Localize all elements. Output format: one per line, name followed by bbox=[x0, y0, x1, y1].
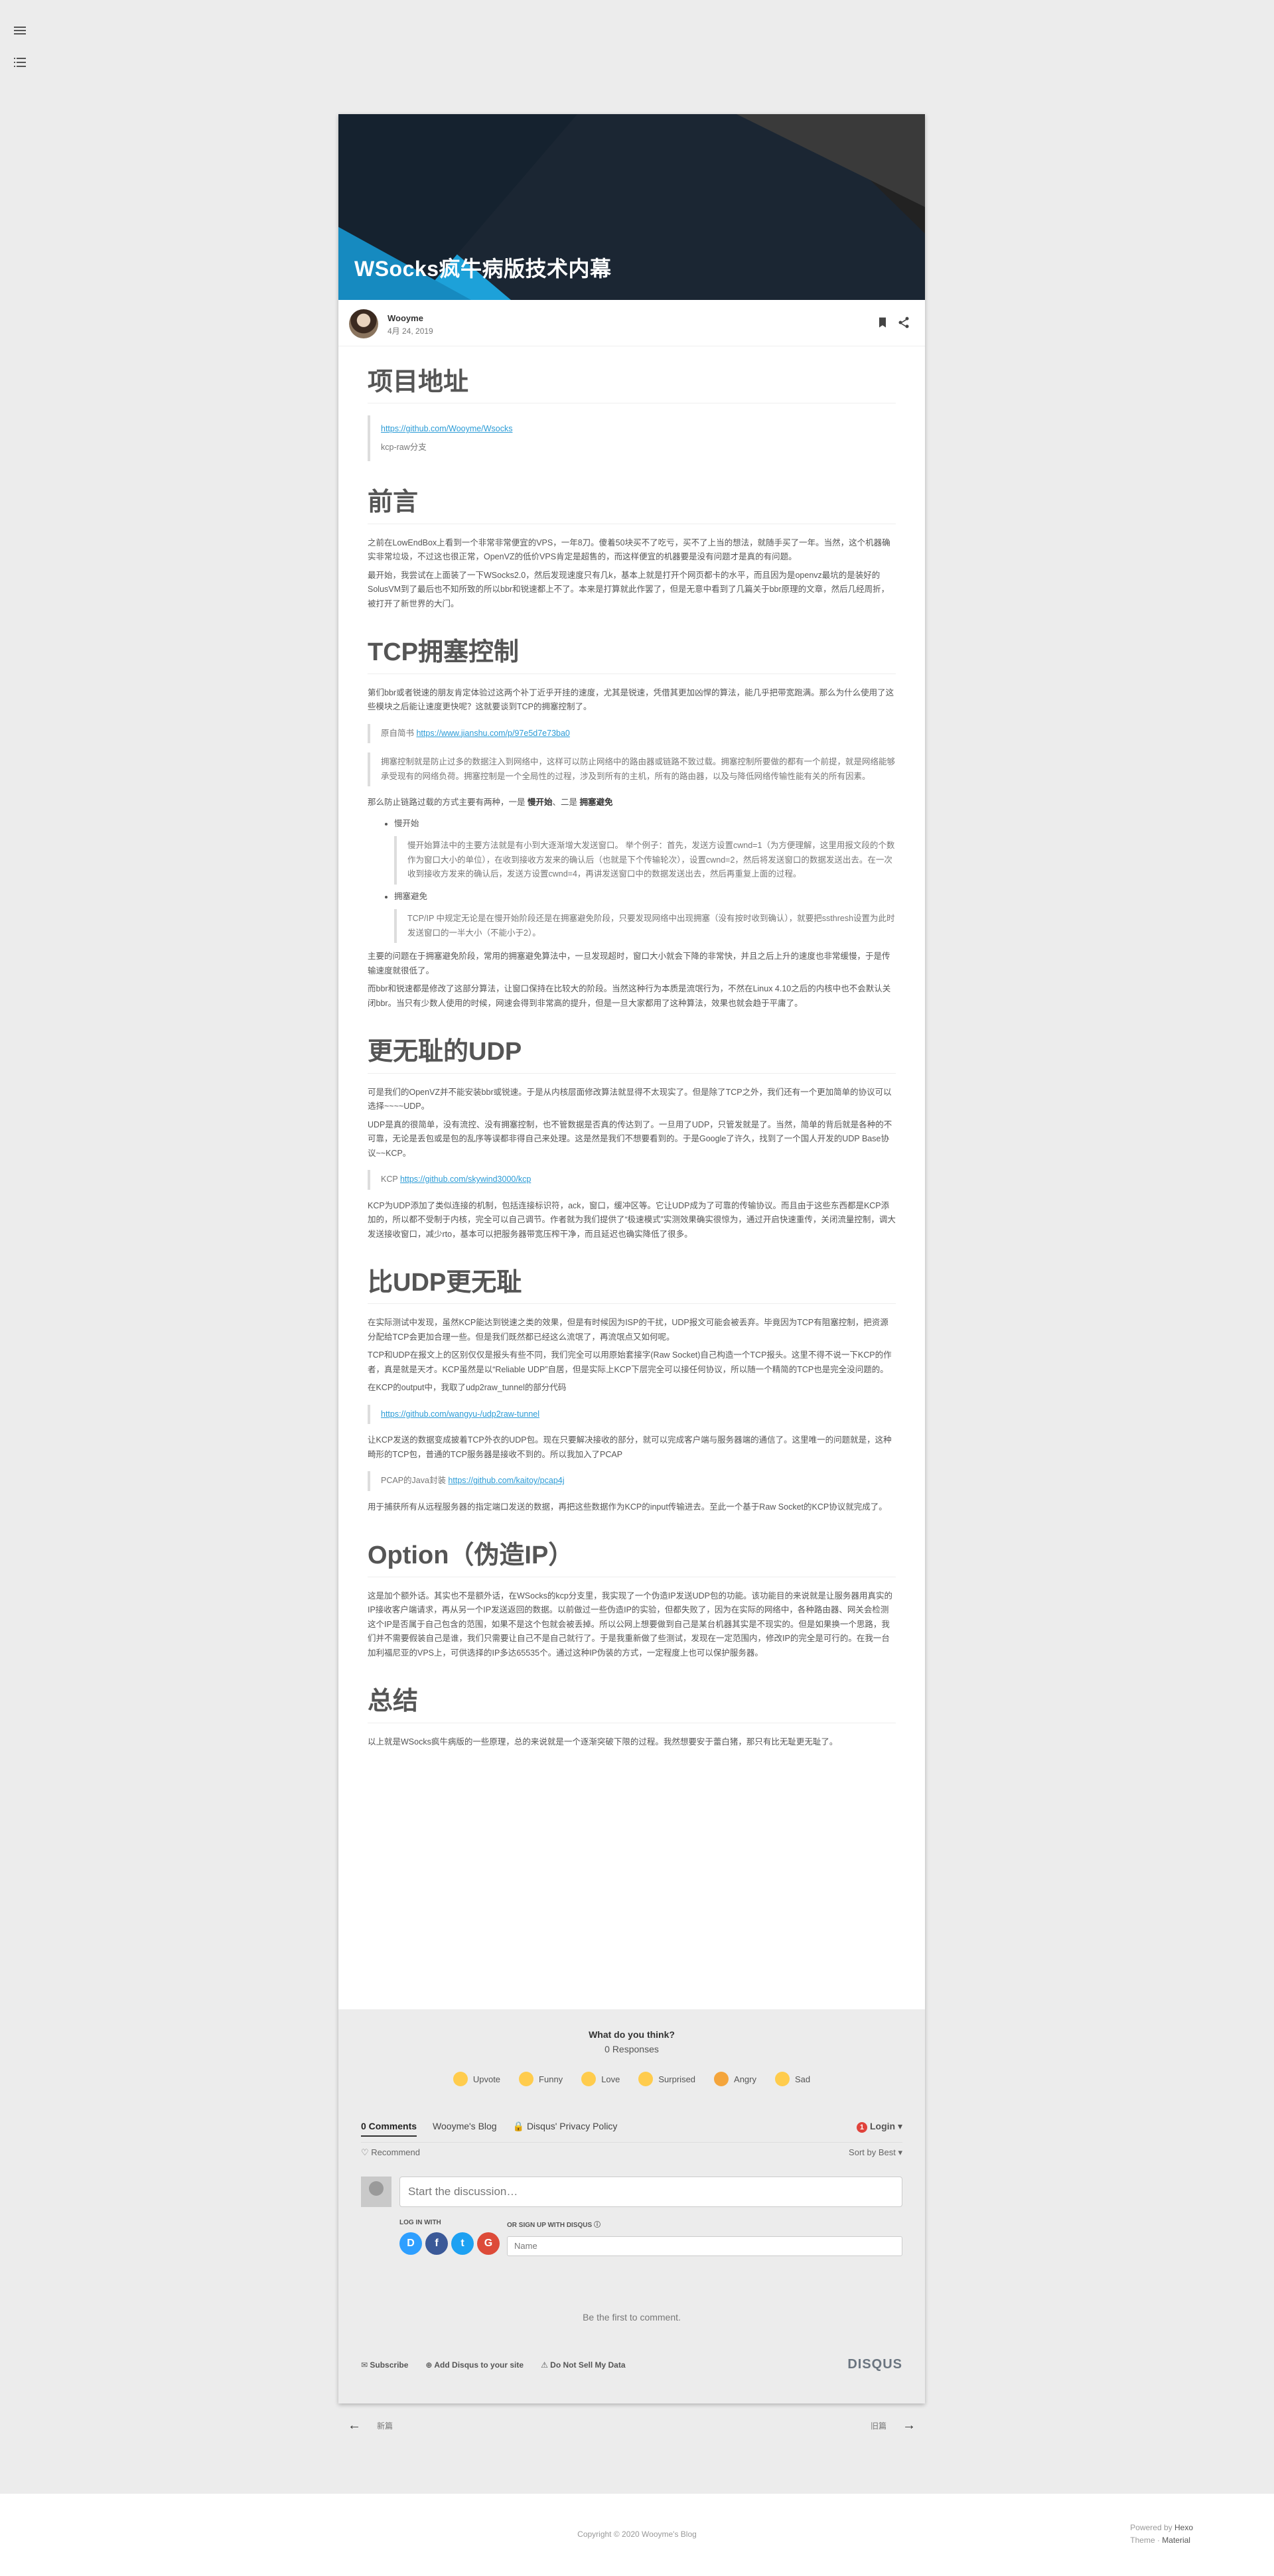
login-with-label: LOG IN WITH bbox=[399, 2219, 441, 2226]
udp2raw-link[interactable]: https://github.com/wangyu-/udp2raw-tunne… bbox=[381, 1409, 539, 1419]
login-button[interactable]: 1 Login ▾ bbox=[856, 2121, 902, 2133]
author-name: Wooyme bbox=[388, 313, 423, 323]
heading-option: Option（伪造IP） bbox=[368, 1539, 896, 1577]
reaction-funny[interactable]: Funny bbox=[519, 2072, 563, 2086]
surprised-face-icon bbox=[638, 2072, 654, 2086]
paragraph: 主要的问题在于拥塞避免阶段，常用的拥塞避免算法中，一旦发现超时，窗口大小就会下降… bbox=[368, 952, 890, 975]
post-header-image: WSocks疯牛病版技术内幕 bbox=[338, 114, 925, 300]
reaction-surprised[interactable]: Surprised bbox=[638, 2072, 695, 2086]
share-icon[interactable] bbox=[897, 316, 910, 332]
empty-comments-message: Be the first to comment. bbox=[583, 2312, 681, 2323]
paragraph: 让KCP发送的数据变成披着TCP外衣的UDP包。现在只要解决接收的部分，就可以完… bbox=[368, 1435, 892, 1459]
name-field[interactable]: Name bbox=[507, 2236, 902, 2256]
do-not-sell-link[interactable]: ⚠ Do Not Sell My Data bbox=[541, 2360, 625, 2370]
reaction-angry[interactable]: Angry bbox=[714, 2072, 756, 2086]
kcp-link[interactable]: https://github.com/skywind3000/kcp bbox=[400, 1175, 531, 1184]
paragraph: 用于捕获所有从远程服务器的指定端口发送的数据，再把这些数据作为KCP的input… bbox=[368, 1502, 887, 1512]
blockquote: https://github.com/Wooyme/Wsocks kcp-raw… bbox=[368, 415, 896, 462]
add-disqus-link[interactable]: ⊕ Add Disqus to your site bbox=[425, 2360, 524, 2370]
twitter-login-icon[interactable]: t bbox=[451, 2232, 474, 2255]
reactions-bar: Upvote Funny Love Surprised Angry Sad bbox=[338, 2072, 925, 2086]
google-login-icon[interactable]: G bbox=[477, 2232, 500, 2255]
recommend-button[interactable]: ♡ Recommend bbox=[361, 2147, 420, 2158]
jianshu-link[interactable]: https://www.jianshu.com/p/97e5d7e73ba0 bbox=[416, 729, 569, 738]
disqus-logo[interactable]: DISQUS bbox=[847, 2357, 902, 2372]
list-item: 慢开始 慢开始算法中的主要方法就是有小到大逐渐增大发送窗口。 举个例子：首先，发… bbox=[394, 817, 896, 885]
post-content: 项目地址 https://github.com/Wooyme/Wsocks kc… bbox=[338, 346, 925, 1749]
theme-link[interactable]: Material bbox=[1162, 2536, 1190, 2545]
toc-icon[interactable] bbox=[12, 54, 28, 70]
sad-face-icon bbox=[775, 2072, 790, 2086]
tab-blog[interactable]: Wooyme's Blog bbox=[433, 2121, 497, 2137]
heading-preface: 前言 bbox=[368, 486, 896, 524]
heading-beyond-udp: 比UDP更无耻 bbox=[368, 1267, 896, 1305]
blockquote: 原自简书 https://www.jianshu.com/p/97e5d7e73… bbox=[368, 723, 896, 744]
list-item: 拥塞避免 TCP/IP 中规定无论是在慢开始阶段还是在拥塞避免阶段，只要发现网络… bbox=[394, 890, 896, 944]
disqus-comments: What do you think? 0 Responses Upvote Fu… bbox=[338, 2009, 925, 2403]
post-date: 4月 24, 2019 bbox=[388, 326, 433, 336]
paragraph: 而bbr和锐速都是修改了这部分算法，让窗口保持在比较大的阶段。当然这种行为本质是… bbox=[368, 984, 891, 1008]
subscribe-link[interactable]: ✉ Subscribe bbox=[361, 2360, 408, 2370]
response-count: 0 Responses bbox=[604, 2044, 659, 2054]
paragraph: 以上就是WSocks疯牛病版的一些原理，总的来说就是一个逐渐突破下限的过程。我然… bbox=[368, 1737, 838, 1747]
heading-summary: 总结 bbox=[368, 1685, 896, 1723]
copyright: Copyright © 2020 Wooyme's Blog bbox=[577, 2530, 697, 2539]
paragraph: 之前在LowEndBox上看到一个非常非常便宜的VPS，一年8刀。傻着50块买不… bbox=[368, 537, 890, 562]
arrow-left-icon: ← bbox=[348, 2418, 361, 2433]
heading-project: 项目地址 bbox=[368, 366, 896, 404]
reaction-love[interactable]: Love bbox=[581, 2072, 620, 2086]
sort-dropdown[interactable]: Sort by Best ▾ bbox=[849, 2147, 902, 2158]
bookmark-icon[interactable] bbox=[876, 316, 889, 332]
user-avatar bbox=[361, 2177, 391, 2207]
signup-label: OR SIGN UP WITH DISQUS ⓘ bbox=[507, 2222, 601, 2229]
next-post-link[interactable]: 旧篇 → bbox=[871, 2419, 916, 2432]
paragraph: 这是加个额外话。其实也不是额外话，在WSocks的kcp分支里，我实现了一个伪造… bbox=[368, 1591, 892, 1658]
site-footer: Copyright © 2020 Wooyme's Blog Powered b… bbox=[0, 2494, 1274, 2576]
hexo-link[interactable]: Hexo bbox=[1174, 2523, 1193, 2532]
paragraph: 可是我们的OpenVZ并不能安装bbr或锐速。于是从内核层面修改算法就显得不太现… bbox=[368, 1087, 892, 1111]
disqus-question: What do you think? bbox=[589, 2029, 675, 2040]
facebook-login-icon[interactable]: f bbox=[425, 2232, 448, 2255]
prev-post-link[interactable]: ← 新篇 bbox=[348, 2419, 393, 2432]
blockquote: 慢开始算法中的主要方法就是有小到大逐渐增大发送窗口。 举个例子：首先，发送方设置… bbox=[394, 836, 896, 885]
powered-by: Powered by Hexo Theme · Material bbox=[1130, 2523, 1193, 2545]
blockquote: TCP/IP 中规定无论是在慢开始阶段还是在拥塞避免阶段，只要发现网络中出现拥塞… bbox=[394, 909, 896, 944]
heading-tcp: TCP拥塞控制 bbox=[368, 636, 896, 674]
paragraph: 那么防止链路过载的方式主要有两种，一是 慢开始、二是 拥塞避免 bbox=[368, 798, 613, 808]
thumbs-up-icon bbox=[453, 2072, 468, 2086]
paragraph: 在KCP的output中，我取了udp2raw_tunnel的部分代码 bbox=[368, 1383, 567, 1393]
arrow-right-icon: → bbox=[902, 2418, 916, 2433]
author-avatar bbox=[349, 309, 378, 338]
blockquote: PCAP的Java封装 https://github.com/kaitoy/pc… bbox=[368, 1471, 896, 1491]
paragraph: 最开始，我尝试在上面装了一下WSocks2.0，然后发现速度只有几k，基本上就是… bbox=[368, 570, 890, 608]
blockquote: KCP https://github.com/skywind3000/kcp bbox=[368, 1170, 896, 1190]
reaction-upvote[interactable]: Upvote bbox=[453, 2072, 500, 2086]
tab-privacy[interactable]: 🔒 Disqus' Privacy Policy bbox=[513, 2121, 618, 2137]
laughing-face-icon bbox=[519, 2072, 534, 2086]
bullet-list: 慢开始 慢开始算法中的主要方法就是有小到大逐渐增大发送窗口。 举个例子：首先，发… bbox=[394, 817, 896, 944]
branch-note: kcp-raw分支 bbox=[381, 442, 427, 452]
menu-icon[interactable] bbox=[12, 23, 28, 38]
repo-link[interactable]: https://github.com/Wooyme/Wsocks bbox=[381, 424, 512, 433]
blockquote: https://github.com/wangyu-/udp2raw-tunne… bbox=[368, 1404, 896, 1425]
paragraph: TCP和UDP在报文上的区别仅仅是报头有些不同，我们完全可以用原始套接字(Raw… bbox=[368, 1350, 892, 1374]
heart-eyes-icon bbox=[581, 2072, 597, 2086]
paragraph: 第们bbr或者锐速的朋友肯定体验过这两个补丁近乎开挂的速度，尤其是锐速，凭借其更… bbox=[368, 687, 894, 712]
heading-udp: 更无耻的UDP bbox=[368, 1036, 896, 1074]
post-navigation: ← 新篇 旧篇 → bbox=[338, 2412, 925, 2439]
paragraph: KCP为UDP添加了类似连接的机制，包括连接标识符，ack，窗口，缓冲区等。它让… bbox=[368, 1200, 896, 1239]
paragraph: UDP是真的很简单，没有流控、没有拥塞控制，也不管数据是否真的传达到了。一旦用了… bbox=[368, 1119, 892, 1158]
reaction-sad[interactable]: Sad bbox=[775, 2072, 810, 2086]
blockquote: 拥塞控制就是防止过多的数据注入到网络中，这样可以防止网络中的路由器或链路不致过载… bbox=[368, 752, 896, 787]
comment-input[interactable]: Start the discussion… bbox=[399, 2177, 902, 2207]
tab-comments[interactable]: 0 Comments bbox=[361, 2121, 417, 2137]
disqus-login-icon[interactable]: D bbox=[399, 2232, 422, 2255]
post-card: WSocks疯牛病版技术内幕 Wooyme 4月 24, 2019 项目地址 h… bbox=[338, 114, 925, 2403]
pcap4j-link[interactable]: https://github.com/kaitoy/pcap4j bbox=[448, 1476, 564, 1485]
post-title: WSocks疯牛病版技术内幕 bbox=[354, 257, 612, 281]
paragraph: 在实际测试中发现，虽然KCP能达到锐速之类的效果，但是有时候因为ISP的干扰，U… bbox=[368, 1318, 888, 1342]
angry-face-icon bbox=[714, 2072, 729, 2086]
